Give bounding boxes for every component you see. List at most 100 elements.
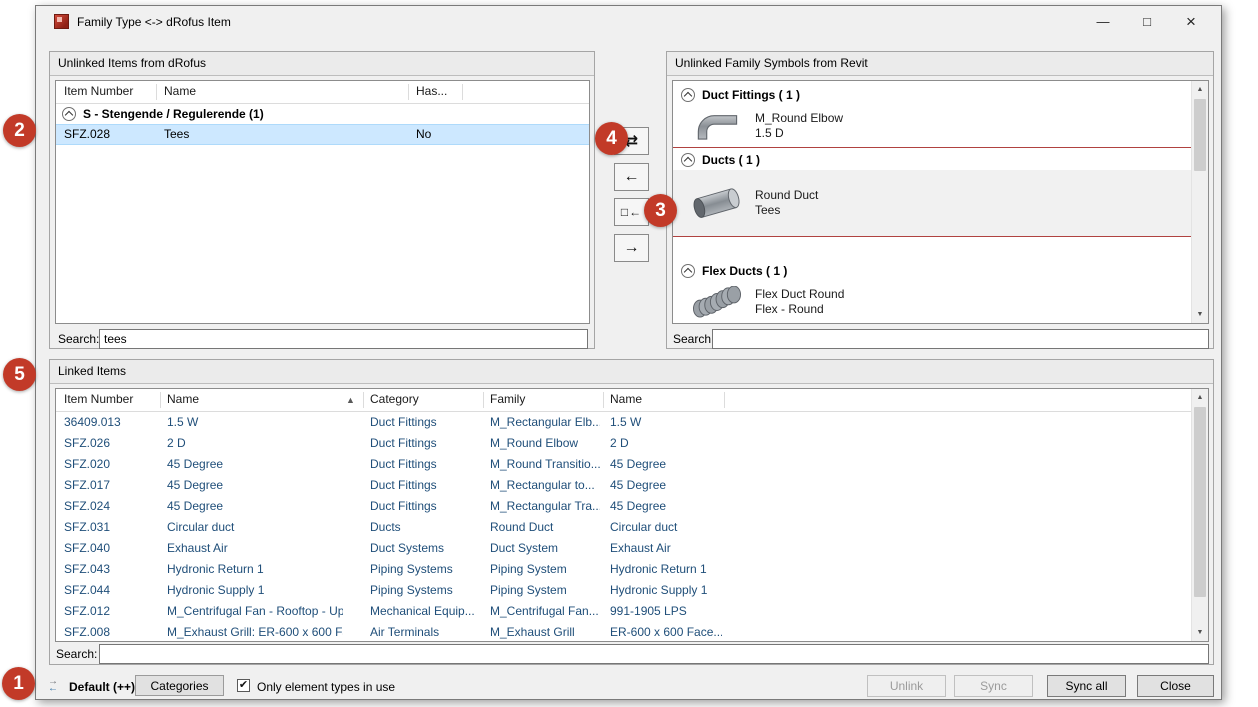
- symbol-group-header[interactable]: Flex Ducts ( 1 ): [673, 261, 1208, 281]
- table-row[interactable]: SFZ.031Circular ductDuctsRound DuctCircu…: [56, 517, 1208, 538]
- table-cell: SFZ.008: [64, 622, 158, 642]
- table-cell: Duct System: [490, 538, 600, 559]
- symbol-group-header[interactable]: Ducts ( 1 ): [673, 150, 1208, 170]
- symbol-item[interactable]: Flex Duct RoundFlex - Round: [673, 281, 1208, 323]
- column-header-has[interactable]: Has...: [416, 81, 462, 102]
- table-cell: 45 Degree: [610, 496, 722, 517]
- table-row[interactable]: SFZ.01745 DegreeDuct FittingsM_Rectangul…: [56, 475, 1208, 496]
- table-row[interactable]: SFZ.040Exhaust AirDuct SystemsDuct Syste…: [56, 538, 1208, 559]
- table-cell: M_Rectangular Tra...: [490, 496, 600, 517]
- window-title: Family Type <-> dRofus Item: [77, 15, 231, 29]
- table-cell: SFZ.024: [64, 496, 158, 517]
- round-duct-icon: [689, 183, 745, 223]
- drofus-group-row[interactable]: S - Stengende / Regulerende (1): [56, 104, 589, 124]
- cell-item-number: SFZ.028: [64, 125, 152, 144]
- scroll-down-icon[interactable]: [1192, 306, 1208, 323]
- table-cell: Exhaust Air: [610, 538, 722, 559]
- table-row[interactable]: 36409.0131.5 WDuct FittingsM_Rectangular…: [56, 412, 1208, 433]
- item-divider: [673, 236, 1191, 237]
- table-row[interactable]: SFZ.008 M_Exhaust Grill: ER-600 x 600 Fac…: [56, 622, 1208, 642]
- scrollbar-thumb[interactable]: [1194, 99, 1206, 171]
- unlinked-drofus-panel: Unlinked Items from dRofus Item Number N…: [49, 51, 595, 349]
- sync-button[interactable]: Sync: [954, 675, 1033, 697]
- linked-items-header-row: Item Number Name ▲ Category Family Name: [56, 389, 1208, 412]
- move-left-button[interactable]: ←: [614, 163, 649, 191]
- table-cell: M_Rectangular Elb...: [490, 412, 600, 433]
- linked-items-scrollbar[interactable]: [1191, 389, 1208, 641]
- round-elbow-icon: [689, 106, 745, 146]
- drofus-list-header-row: Item Number Name Has...: [56, 81, 589, 104]
- table-cell: Piping Systems: [370, 580, 480, 601]
- symbol-group-header[interactable]: Duct Fittings ( 1 ): [673, 85, 1208, 105]
- maximize-button[interactable]: □: [1125, 6, 1169, 37]
- search-label: Search:: [58, 332, 99, 346]
- table-row[interactable]: SFZ.012M_Centrifugal Fan - Rooftop - Up.…: [56, 601, 1208, 622]
- column-header-name[interactable]: Name: [164, 81, 404, 102]
- table-cell: SFZ.026: [64, 433, 158, 454]
- sync-all-button[interactable]: Sync all: [1047, 675, 1126, 697]
- unlinked-revit-panel: Unlinked Family Symbols from Revit Duct …: [666, 51, 1214, 349]
- symbol-group-label: Ducts ( 1 ): [702, 153, 760, 167]
- annotation-circle-3: 3: [644, 194, 677, 227]
- close-button[interactable]: Close: [1137, 675, 1214, 697]
- unlink-button[interactable]: Unlink: [867, 675, 946, 697]
- scroll-down-icon[interactable]: [1192, 624, 1208, 641]
- table-cell: Mechanical Equip...: [370, 601, 480, 622]
- table-row[interactable]: SFZ.043Hydronic Return 1Piping SystemsPi…: [56, 559, 1208, 580]
- table-row[interactable]: SFZ.0262 DDuct FittingsM_Round Elbow2 D: [56, 433, 1208, 454]
- annotation-circle-2: 2: [3, 114, 36, 147]
- column-header-family[interactable]: Family: [490, 389, 600, 410]
- window-controls: — □ ×: [1081, 6, 1213, 37]
- table-cell: M_Exhaust Grill: ER-600 x 600 Face...: [167, 622, 343, 642]
- column-header-name-2[interactable]: Name: [610, 389, 722, 410]
- mapping-profile-icon: →←: [48, 678, 64, 693]
- table-cell: Duct Fittings: [370, 454, 480, 475]
- column-header-item-number[interactable]: Item Number: [64, 389, 158, 410]
- column-header-category[interactable]: Category: [370, 389, 480, 410]
- revit-search-input[interactable]: [712, 329, 1209, 349]
- scroll-up-icon[interactable]: [1192, 389, 1208, 406]
- table-row[interactable]: SFZ.02045 DegreeDuct FittingsM_Round Tra…: [56, 454, 1208, 475]
- table-row[interactable]: SFZ.044Hydronic Supply 1Piping SystemsPi…: [56, 580, 1208, 601]
- chevron-up-icon: [684, 157, 692, 165]
- move-right-button[interactable]: →: [614, 234, 649, 262]
- table-cell: Piping Systems: [370, 559, 480, 580]
- annotation-circle-5: 5: [3, 358, 36, 391]
- symbol-family-label: Flex Duct Round: [755, 287, 844, 302]
- close-window-button[interactable]: ×: [1169, 6, 1213, 37]
- symbol-item[interactable]: M_Round Elbow1.5 D: [673, 105, 1208, 147]
- symbol-item[interactable]: Round DuctTees: [673, 170, 1208, 236]
- collapse-icon[interactable]: [62, 107, 76, 121]
- collapse-icon[interactable]: [681, 88, 695, 102]
- table-row[interactable]: SFZ.02445 DegreeDuct FittingsM_Rectangul…: [56, 496, 1208, 517]
- symbol-type-label: Tees: [755, 203, 818, 218]
- drofus-selected-row[interactable]: SFZ.028 Tees No: [56, 124, 589, 145]
- categories-button[interactable]: Categories: [135, 675, 224, 696]
- symbol-group-label: Duct Fittings ( 1 ): [702, 88, 800, 102]
- scroll-up-icon[interactable]: [1192, 81, 1208, 98]
- table-cell: 45 Degree: [167, 454, 343, 475]
- table-cell: Duct Fittings: [370, 412, 480, 433]
- linked-search-input[interactable]: [99, 644, 1209, 664]
- table-cell: M_Round Elbow: [490, 433, 600, 454]
- table-cell: SFZ.031: [64, 517, 158, 538]
- collapse-icon[interactable]: [681, 153, 695, 167]
- column-header-name[interactable]: Name: [167, 389, 343, 410]
- table-cell: Hydronic Return 1: [610, 559, 722, 580]
- sort-ascending-icon[interactable]: ▲: [346, 390, 355, 411]
- minimize-button[interactable]: —: [1081, 6, 1125, 37]
- only-in-use-checkbox[interactable]: ✔: [237, 679, 250, 692]
- table-cell: Round Duct: [490, 517, 600, 538]
- table-cell: Duct Fittings: [370, 433, 480, 454]
- footer-bar: →← Default (++) Categories ✔ Only elemen…: [36, 669, 1221, 701]
- revit-list-scrollbar[interactable]: [1191, 81, 1208, 323]
- search-label: Search:: [56, 647, 97, 661]
- collapse-icon[interactable]: [681, 264, 695, 278]
- dialog-window: Family Type <-> dRofus Item — □ × Unlink…: [35, 5, 1222, 700]
- table-cell: Hydronic Supply 1: [167, 580, 343, 601]
- table-cell: Piping System: [490, 580, 600, 601]
- column-header-item-number[interactable]: Item Number: [64, 81, 152, 102]
- drofus-search-input[interactable]: [99, 329, 588, 349]
- title-bar[interactable]: Family Type <-> dRofus Item — □ ×: [36, 6, 1221, 37]
- scrollbar-thumb[interactable]: [1194, 407, 1206, 597]
